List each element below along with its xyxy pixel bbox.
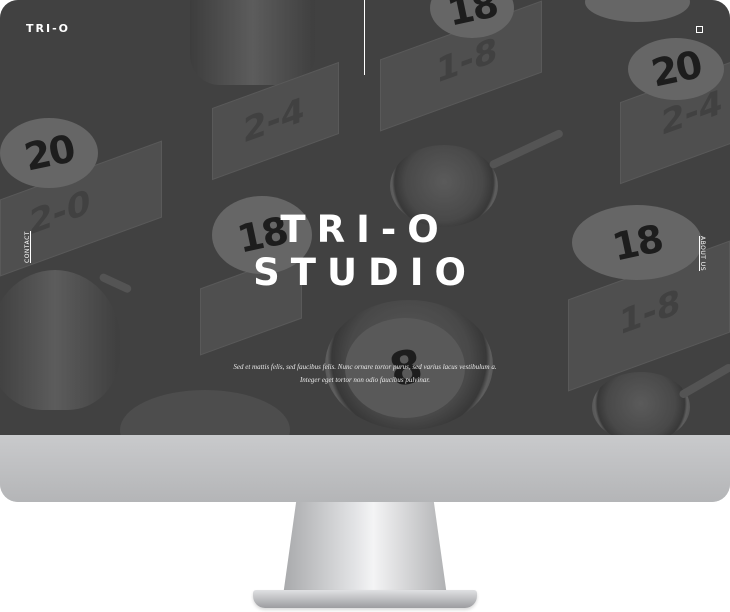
vertical-divider (364, 0, 365, 75)
tagline-line2: Integer eget tortor non odio faucibus pu… (299, 376, 431, 384)
hero-title-line2: STUDIO (253, 251, 477, 294)
monitor-stand (283, 502, 447, 596)
site-logo[interactable]: TRI-O (26, 22, 70, 35)
tagline-line1: Sed et mattis felis, sed faucibus felis.… (233, 363, 497, 371)
website-screen: 1-8 18 2-4 20 2-4 2-0 20 18 1-8 18 8 TRI… (0, 0, 730, 435)
monitor-chin (0, 435, 730, 502)
monitor: 1-8 18 2-4 20 2-4 2-0 20 18 1-8 18 8 TRI… (0, 0, 730, 502)
menu-icon[interactable] (696, 26, 703, 33)
monitor-base (253, 590, 477, 608)
hero-title-line1: TRI-O (280, 208, 450, 251)
